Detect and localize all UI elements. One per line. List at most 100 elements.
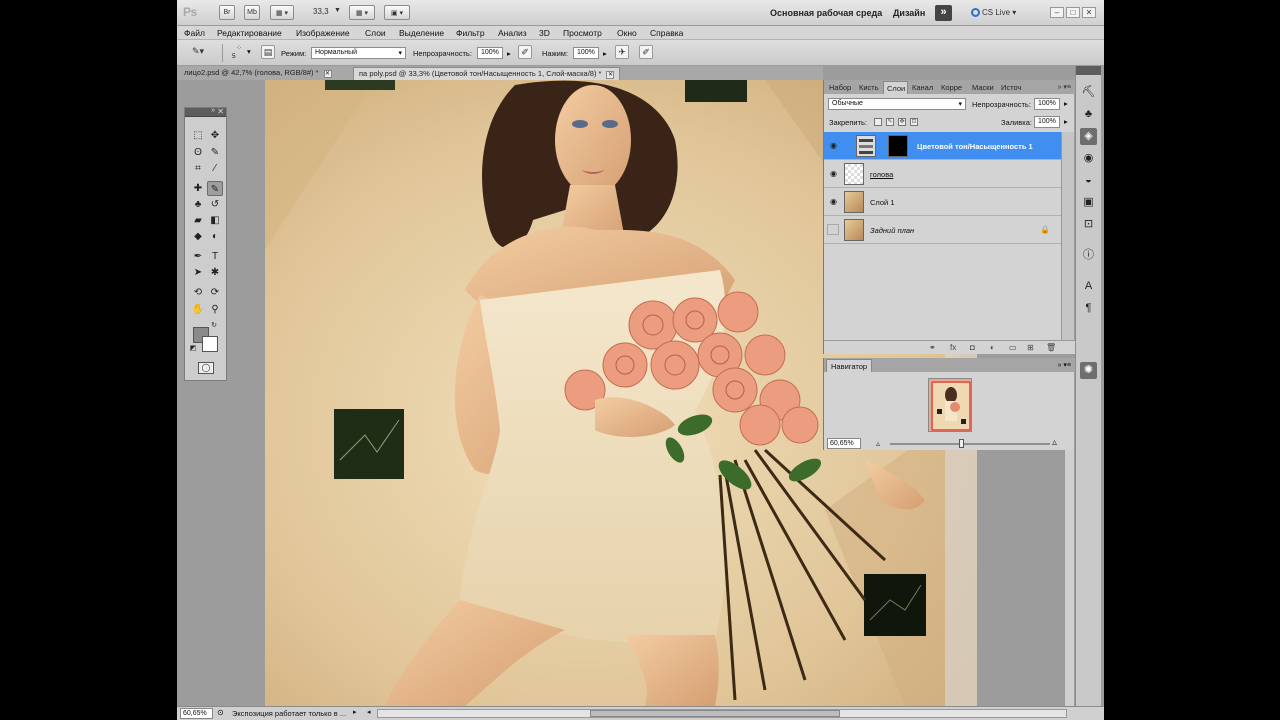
paths-panel-icon[interactable]: ◒	[1080, 172, 1097, 189]
collapse-icon[interactable]: »	[211, 107, 215, 114]
layer-row-head[interactable]: ◉ голова	[824, 160, 1062, 188]
eraser-tool-icon[interactable]: ▰	[190, 213, 206, 228]
lasso-tool-icon[interactable]: ʘ	[190, 145, 206, 160]
3d-orbit-tool-icon[interactable]: ⟳	[207, 285, 223, 300]
clone-source-icon[interactable]: ♣	[1080, 106, 1097, 123]
layer-opacity-field[interactable]: 100%	[1034, 98, 1060, 110]
status-menu-arrow-icon[interactable]: ▸	[353, 708, 357, 716]
brush-picker-icon[interactable]: ⁘	[232, 43, 246, 57]
new-group-icon[interactable]: ▭	[1009, 343, 1017, 352]
menu-view[interactable]: Просмотр	[563, 28, 602, 38]
layer-blend-mode-select[interactable]: Обычные ▾	[828, 98, 966, 110]
tools-panel-header[interactable]: » ✕	[185, 107, 226, 117]
masks-panel-icon[interactable]: ⊡	[1080, 216, 1097, 233]
layer-name[interactable]: Задний план	[870, 226, 914, 235]
brush-presets-icon[interactable]: ⛏	[1080, 84, 1097, 101]
brush-panel-toggle-icon[interactable]: ▤	[261, 45, 275, 59]
link-layers-icon[interactable]: ⚭	[929, 343, 936, 352]
zoom-out-icon[interactable]: ▵	[876, 439, 880, 448]
menu-image[interactable]: Изображение	[296, 28, 350, 38]
scroll-left-icon[interactable]: ◂	[367, 708, 371, 716]
adjustments-panel-icon[interactable]: ▣	[1080, 194, 1097, 211]
close-tab-icon[interactable]: ✕	[606, 71, 615, 79]
visibility-toggle-empty[interactable]	[827, 224, 839, 235]
opacity-field[interactable]: 100%	[477, 47, 503, 59]
layers-scrollbar[interactable]	[1061, 132, 1074, 340]
pen-tool-icon[interactable]: ✒	[190, 249, 206, 264]
adjustment-layer-button-icon[interactable]: ◐	[990, 343, 995, 352]
zoom-level-readout[interactable]: 33,3	[313, 7, 329, 16]
navigator-zoom-field[interactable]: 60,65%	[827, 438, 861, 449]
status-zoom-field[interactable]: 60,65%	[180, 708, 213, 719]
tab-document-face2[interactable]: лицо2.psd @ 42,7% (голова, RGB/8#) * ✕	[179, 67, 337, 80]
tablet-opacity-icon[interactable]: ✐	[518, 45, 532, 59]
menu-analysis[interactable]: Анализ	[498, 28, 527, 38]
dodge-tool-icon[interactable]: ◐	[207, 229, 223, 244]
dock-header[interactable]	[1076, 66, 1101, 75]
pressure-dropdown-icon[interactable]: ▸	[603, 49, 607, 58]
bridge-button[interactable]: Br	[219, 5, 235, 20]
shape-tool-icon[interactable]: ✱	[207, 265, 223, 280]
brush-picker-arrow-icon[interactable]: ▾	[247, 47, 251, 56]
channels-panel-icon[interactable]: ◉	[1080, 150, 1097, 167]
tab-clone-source[interactable]: Источ	[998, 81, 1028, 94]
fx-icon[interactable]: fx	[950, 343, 956, 352]
cs-live-button[interactable]: CS Live ▾	[971, 8, 1016, 17]
lock-pixels-icon[interactable]: ✎	[886, 118, 894, 126]
layer-name[interactable]: Цветовой тон/Насыщенность 1	[917, 142, 1033, 151]
menu-window[interactable]: Окно	[617, 28, 637, 38]
layer-row-background[interactable]: Задний план 🔒	[824, 216, 1062, 244]
tab-document-poly[interactable]: па poly.psd @ 33,3% (Цветовой тон/Насыще…	[353, 67, 621, 80]
paragraph-panel-icon[interactable]: ¶	[1080, 300, 1097, 317]
new-layer-icon[interactable]: ⊞	[1027, 343, 1034, 352]
document-vertical-scrollbar[interactable]	[1064, 450, 1074, 706]
move-tool-icon[interactable]: ✥	[207, 128, 223, 143]
navigator-panel-icon[interactable]: ✺	[1080, 362, 1097, 379]
layer-row-layer1[interactable]: ◉ Слой 1	[824, 188, 1062, 216]
tab-channels[interactable]: Канал	[909, 81, 937, 94]
marquee-tool-icon[interactable]: ⬚	[190, 128, 206, 143]
zoom-tool-icon[interactable]: ⚲	[207, 302, 223, 317]
character-panel-icon[interactable]: A	[1080, 278, 1097, 295]
scrollbar-thumb[interactable]	[590, 710, 840, 717]
eye-icon[interactable]: ◉	[828, 169, 839, 178]
blur-tool-icon[interactable]: ◆	[190, 229, 206, 244]
eye-icon[interactable]: ◉	[828, 197, 839, 206]
navigator-zoom-slider[interactable]	[890, 443, 1050, 445]
menu-file[interactable]: Файл	[184, 28, 205, 38]
healing-brush-tool-icon[interactable]: ✚	[190, 181, 206, 196]
add-mask-icon[interactable]: ◘	[970, 343, 975, 352]
close-icon[interactable]: ✕	[1082, 7, 1096, 18]
3d-rotate-tool-icon[interactable]: ⟲	[190, 285, 206, 300]
path-selection-tool-icon[interactable]: ➤	[190, 265, 206, 280]
tab-brush[interactable]: Кисть	[856, 81, 883, 94]
more-workspaces-button[interactable]: »	[935, 5, 952, 21]
clone-stamp-tool-icon[interactable]: ♣	[190, 197, 206, 212]
quick-selection-tool-icon[interactable]: ✎	[207, 145, 223, 160]
airbrush-icon[interactable]: ✈	[615, 45, 629, 59]
panel-menu-icon[interactable]: » ▾≡	[1058, 83, 1071, 91]
swap-colors-icon[interactable]: ↻	[209, 321, 219, 331]
tab-navigator[interactable]: Навигатор	[826, 359, 873, 372]
crop-tool-icon[interactable]: ⌗	[190, 161, 206, 176]
pressure-field[interactable]: 100%	[573, 47, 599, 59]
menu-help[interactable]: Справка	[650, 28, 683, 38]
background-color-swatch[interactable]	[202, 336, 218, 352]
menu-layers[interactable]: Слои	[365, 28, 386, 38]
tab-brush-presets[interactable]: Набор	[826, 81, 856, 94]
eyedropper-tool-icon[interactable]: ⁄	[207, 161, 223, 176]
fill-field[interactable]: 100%	[1034, 116, 1060, 128]
layer-name[interactable]: голова	[870, 170, 893, 179]
close-icon[interactable]: ✕	[217, 107, 224, 116]
eye-icon[interactable]: ◉	[828, 141, 839, 150]
type-tool-icon[interactable]: T	[207, 249, 223, 264]
info-panel-icon[interactable]: ⓘ	[1080, 247, 1097, 264]
mini-bridge-button[interactable]: Mb	[244, 5, 260, 20]
quick-mask-icon[interactable]: ◯	[198, 362, 214, 374]
tab-layers[interactable]: Слои	[883, 81, 908, 94]
minimize-icon[interactable]: –	[1050, 7, 1064, 18]
document-horizontal-scrollbar[interactable]	[377, 709, 1067, 718]
lock-all-icon[interactable]: ⊡	[910, 118, 918, 126]
layer-opacity-dropdown-icon[interactable]: ▸	[1064, 99, 1068, 108]
layers-panel-icon[interactable]: ◈	[1080, 128, 1097, 145]
